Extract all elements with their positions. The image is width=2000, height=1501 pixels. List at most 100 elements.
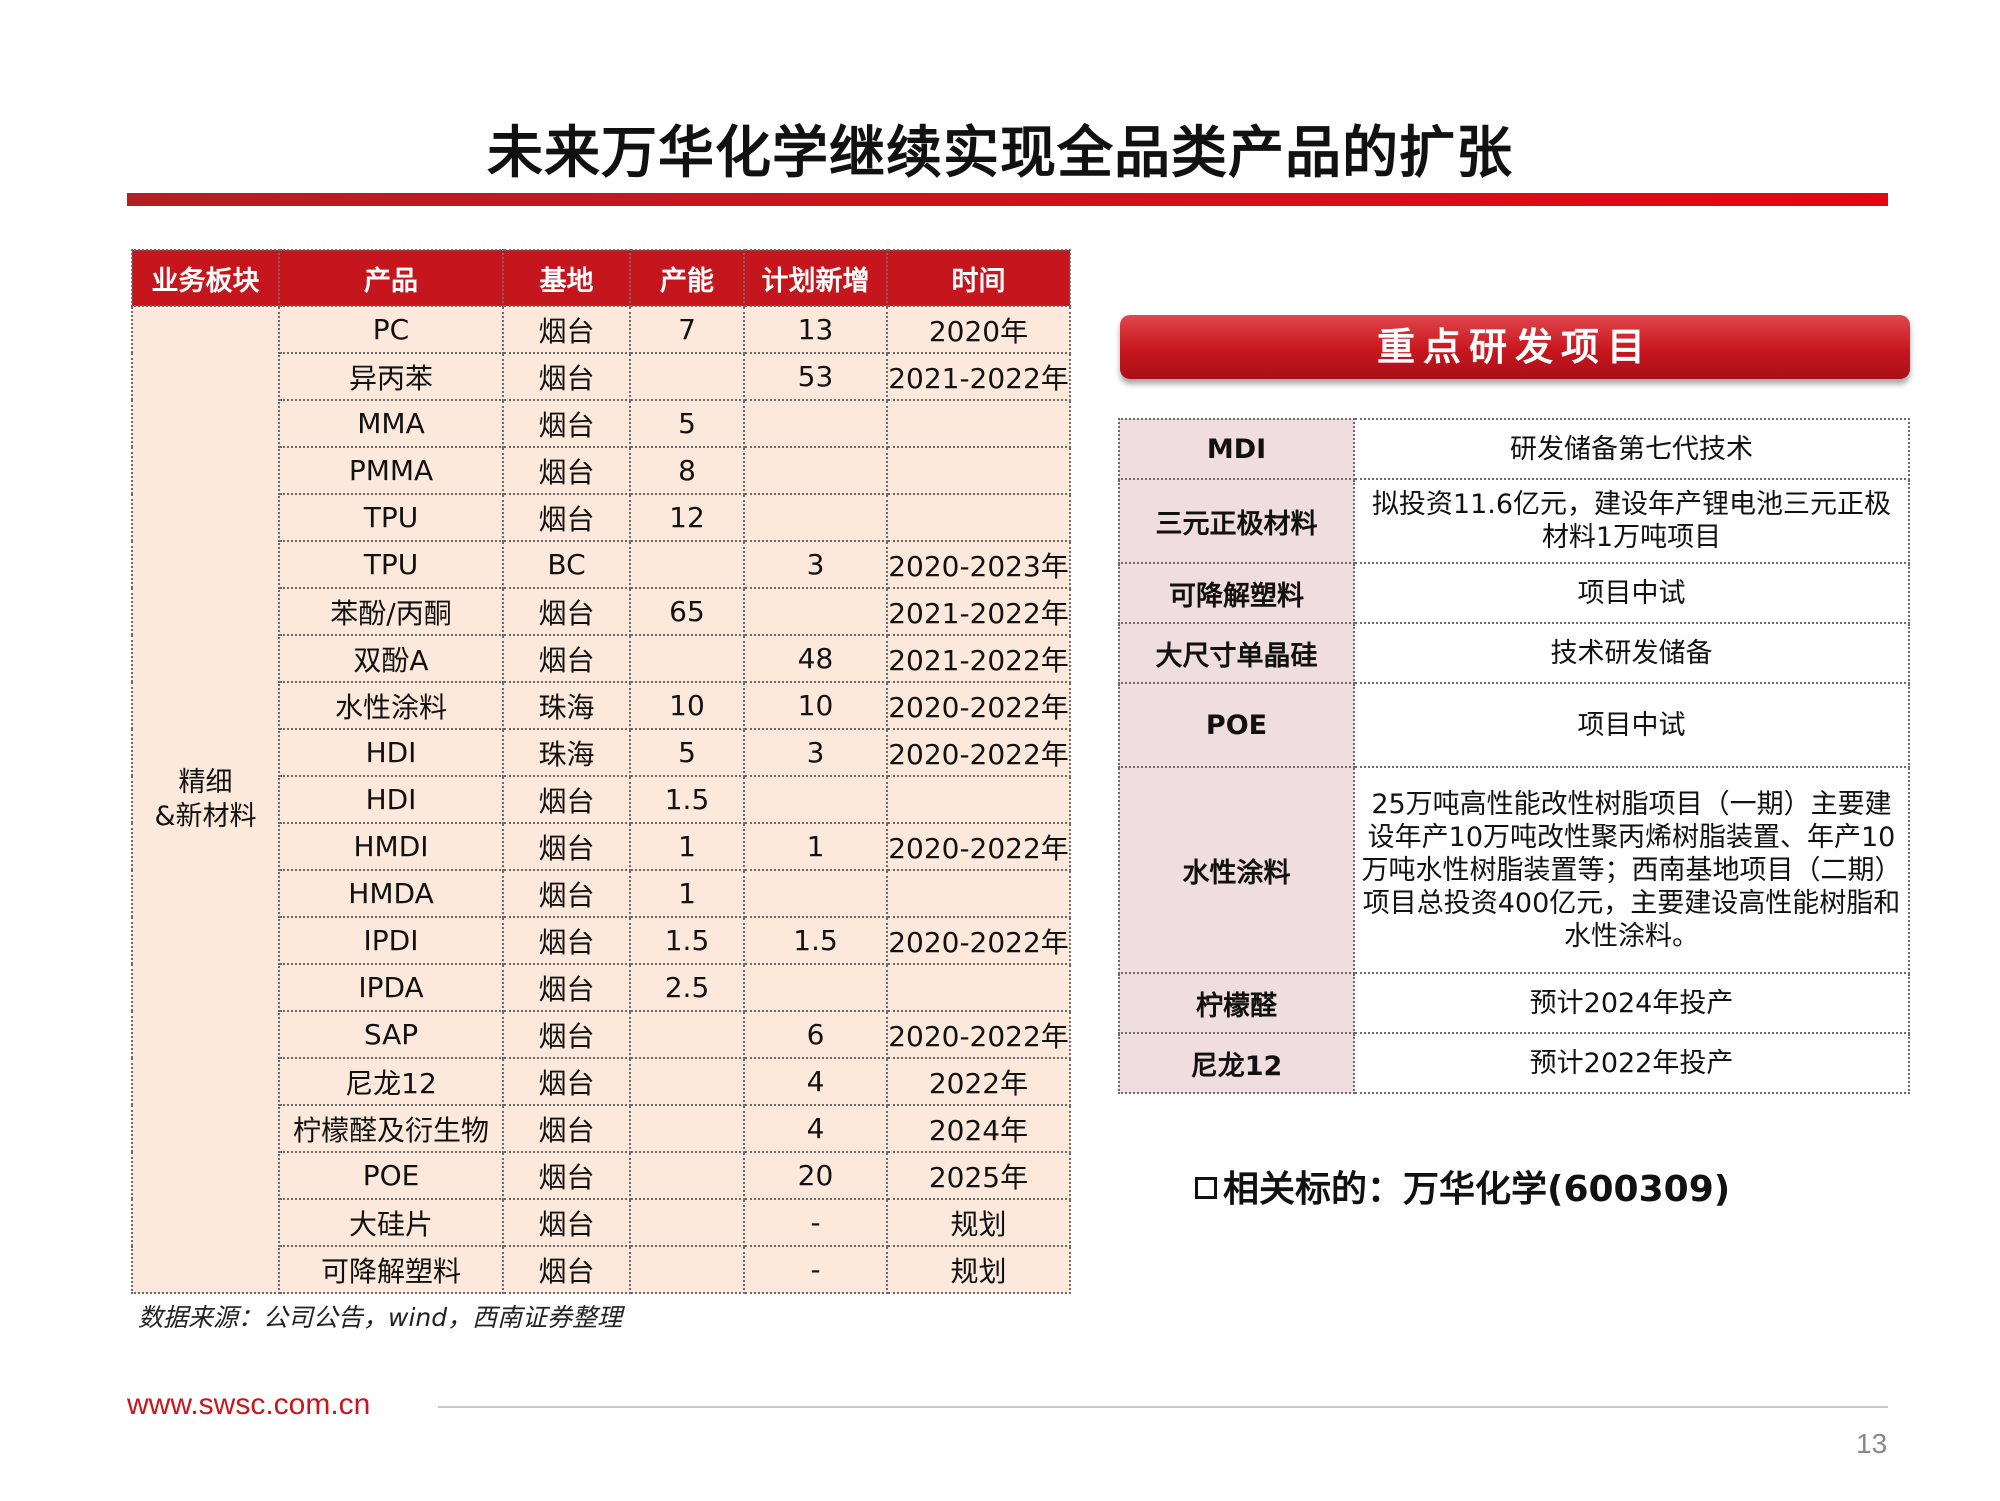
rd-project-status: 25万吨高性能改性树脂项目（一期）主要建设年产10万吨改性聚丙烯树脂装置、年产1… <box>1353 766 1910 974</box>
rd-projects-table: MDI 研发储备第七代技术 三元正极材料 拟投资11.6亿元，建设年产锂电池三元正极材… <box>1118 418 1910 1094</box>
table-cell: PMMA <box>278 446 504 495</box>
table-cell: 烟台 <box>502 1245 631 1294</box>
table-cell <box>743 493 888 542</box>
related-stock-text: 相关标的：万华化学(600309) <box>1223 1169 1731 1210</box>
table-cell: 5 <box>629 399 745 448</box>
table-cell <box>886 399 1071 448</box>
rd-project-name: 水性涂料 <box>1118 766 1355 974</box>
table-cell <box>629 1104 745 1153</box>
table-cell: - <box>743 1198 888 1247</box>
table-cell: POE <box>278 1151 504 1200</box>
table-cell: 1 <box>629 869 745 918</box>
table-cell: 烟台 <box>502 446 631 495</box>
table-cell: 2021-2022年 <box>886 634 1071 683</box>
table-cell <box>629 540 745 589</box>
table-cell: 10 <box>629 681 745 730</box>
table-cell: 烟台 <box>502 1151 631 1200</box>
table-cell: 2024年 <box>886 1104 1071 1153</box>
table-cell: 珠海 <box>502 681 631 730</box>
table-cell <box>629 1057 745 1106</box>
table-cell: 1.5 <box>629 775 745 824</box>
table-cell: 烟台 <box>502 963 631 1012</box>
table-cell: 12 <box>629 493 745 542</box>
table-cell: 2020年 <box>886 305 1071 354</box>
table-cell <box>886 869 1071 918</box>
table-cell: IPDA <box>278 963 504 1012</box>
table-cell: 烟台 <box>502 869 631 918</box>
table-cell: 珠海 <box>502 728 631 777</box>
table-cell: 2020-2022年 <box>886 1010 1071 1059</box>
rd-project-name: POE <box>1118 682 1355 768</box>
table-cell: 烟台 <box>502 587 631 636</box>
segment-cell: 精细 &新材料 <box>131 305 280 1294</box>
table-cell: 65 <box>629 587 745 636</box>
table-cell: 1 <box>629 822 745 871</box>
footer-divider <box>438 1406 1888 1408</box>
table-cell <box>629 1151 745 1200</box>
header-cell: 产品 <box>278 249 504 307</box>
table-cell: 5 <box>629 728 745 777</box>
rd-row: 三元正极材料 拟投资11.6亿元，建设年产锂电池三元正极材料1万吨项目 <box>1118 478 1910 564</box>
table-cell: 烟台 <box>502 916 631 965</box>
header-cell: 时间 <box>886 249 1071 307</box>
table-cell: 2021-2022年 <box>886 587 1071 636</box>
rd-project-status: 拟投资11.6亿元，建设年产锂电池三元正极材料1万吨项目 <box>1353 478 1910 564</box>
table-cell: 烟台 <box>502 305 631 354</box>
rd-project-name: 可降解塑料 <box>1118 562 1355 624</box>
table-cell: 7 <box>629 305 745 354</box>
table-cell: IPDI <box>278 916 504 965</box>
page-number: 13 <box>1856 1428 1888 1459</box>
table-cell <box>629 634 745 683</box>
table-cell <box>629 1198 745 1247</box>
table-cell: HDI <box>278 728 504 777</box>
table-row: 精细 &新材料 PC 烟台 7 13 2020年 <box>131 305 1071 1294</box>
rd-project-name: 柠檬醛 <box>1118 972 1355 1034</box>
table-cell: 4 <box>743 1104 888 1153</box>
rd-project-status: 技术研发储备 <box>1353 622 1910 684</box>
table-cell: MMA <box>278 399 504 448</box>
rd-project-name: 大尺寸单晶硅 <box>1118 622 1355 684</box>
checkbox-bullet-icon <box>1195 1177 1217 1199</box>
table-cell: 大硅片 <box>278 1198 504 1247</box>
header-cell: 计划新增 <box>743 249 888 307</box>
table-cell: 2025年 <box>886 1151 1071 1200</box>
rd-projects-header: 重点研发项目 <box>1120 315 1910 379</box>
rd-row: MDI 研发储备第七代技术 <box>1118 418 1910 480</box>
table-cell <box>629 1245 745 1294</box>
table-cell: 异丙苯 <box>278 352 504 401</box>
table-cell: 6 <box>743 1010 888 1059</box>
page-title: 未来万华化学继续实现全品类产品的扩张 <box>487 121 1513 186</box>
table-cell: HDI <box>278 775 504 824</box>
table-cell: 烟台 <box>502 1198 631 1247</box>
table-cell: 苯酚/丙酮 <box>278 587 504 636</box>
table-cell: 2020-2023年 <box>886 540 1071 589</box>
table-cell <box>743 446 888 495</box>
rd-row: 可降解塑料 项目中试 <box>1118 562 1910 624</box>
table-cell: HMDA <box>278 869 504 918</box>
table-cell <box>743 399 888 448</box>
table-cell <box>629 1010 745 1059</box>
table-cell: 2020-2022年 <box>886 916 1071 965</box>
rd-project-status: 研发储备第七代技术 <box>1353 418 1910 480</box>
table-cell <box>743 869 888 918</box>
footer-website[interactable]: www.swsc.com.cn <box>127 1388 370 1422</box>
rd-project-status: 预计2022年投产 <box>1353 1032 1910 1094</box>
rd-row: 尼龙12 预计2022年投产 <box>1118 1032 1910 1094</box>
table-cell <box>886 493 1071 542</box>
table-cell: 双酚A <box>278 634 504 683</box>
table-cell: 烟台 <box>502 1104 631 1153</box>
table-cell: 柠檬醛及衍生物 <box>278 1104 504 1153</box>
table-cell: 3 <box>743 728 888 777</box>
table-cell: 水性涂料 <box>278 681 504 730</box>
table-cell: 2020-2022年 <box>886 728 1071 777</box>
table-cell <box>743 587 888 636</box>
table-cell: 2.5 <box>629 963 745 1012</box>
rd-project-status: 预计2024年投产 <box>1353 972 1910 1034</box>
table-cell: 1.5 <box>629 916 745 965</box>
related-stock: 相关标的：万华化学(600309) <box>1195 1160 1730 1212</box>
table-cell: TPU <box>278 493 504 542</box>
table-cell: 2021-2022年 <box>886 352 1071 401</box>
table-cell: PC <box>278 305 504 354</box>
table-cell: 2022年 <box>886 1057 1071 1106</box>
table-cell: 1 <box>743 822 888 871</box>
